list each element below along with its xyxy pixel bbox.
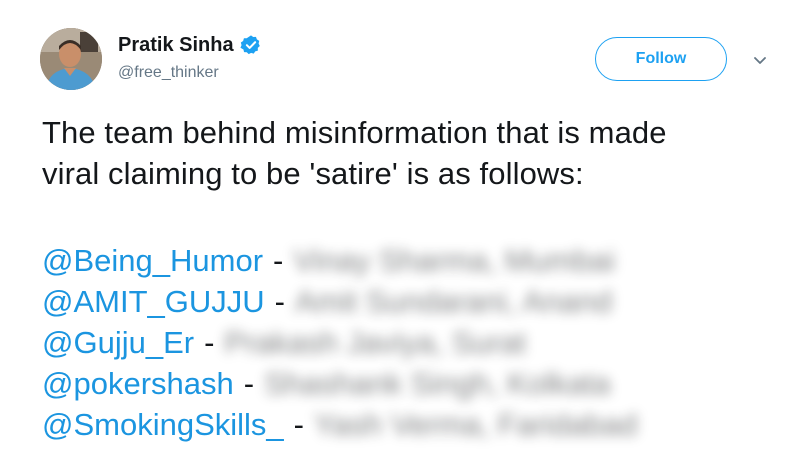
avatar[interactable] bbox=[40, 28, 102, 90]
chevron-down-icon[interactable] bbox=[752, 52, 768, 68]
display-name-row: Pratik Sinha bbox=[118, 32, 262, 58]
mention-item: @SmokingSkills_ - Yash Verma, Faridabad bbox=[42, 404, 782, 445]
mention-link[interactable]: @AMIT_GUJJU bbox=[42, 281, 265, 322]
tweet-card: Pratik Sinha @free_thinker Follow The te… bbox=[0, 0, 800, 457]
separator: - bbox=[273, 243, 284, 278]
separator: - bbox=[204, 325, 215, 360]
mention-item: @Gujju_Er - Prakash Javiya, Surat bbox=[42, 322, 782, 363]
separator: - bbox=[274, 284, 285, 319]
mention-list: @Being_Humor - Vinay Sharma, Mumbai @AMI… bbox=[42, 240, 782, 445]
mention-item: @AMIT_GUJJU - Amit Sundarani, Anand bbox=[42, 281, 782, 322]
mention-item: @pokershash - Shashank Singh, Kolkata bbox=[42, 363, 782, 404]
follow-button[interactable]: Follow bbox=[595, 37, 727, 81]
redacted-name: Amit Sundarani, Anand bbox=[294, 284, 613, 319]
separator: - bbox=[243, 366, 255, 401]
mention-link[interactable]: @Being_Humor bbox=[42, 240, 263, 281]
redacted-name: Yash Verma, Faridabad bbox=[314, 407, 638, 442]
mention-item: @Being_Humor - Vinay Sharma, Mumbai bbox=[42, 240, 782, 281]
verified-badge-icon bbox=[240, 34, 262, 56]
tweet-text-line: viral claiming to be 'satire' is as foll… bbox=[42, 156, 584, 191]
redacted-name: Shashank Singh, Kolkata bbox=[264, 366, 611, 401]
author-handle[interactable]: @free_thinker bbox=[118, 64, 262, 82]
mention-link[interactable]: @Gujju_Er bbox=[42, 322, 194, 363]
redacted-name: Prakash Javiya, Surat bbox=[224, 325, 526, 360]
tweet-header: Pratik Sinha @free_thinker Follow bbox=[40, 22, 800, 102]
mention-link[interactable]: @SmokingSkills_ bbox=[42, 404, 284, 445]
redacted-name: Vinay Sharma, Mumbai bbox=[293, 243, 615, 278]
mention-link[interactable]: @pokershash bbox=[42, 363, 234, 404]
tweet-text-line: The team behind misinformation that is m… bbox=[42, 115, 667, 150]
separator: - bbox=[293, 407, 304, 442]
tweet-text: The team behind misinformation that is m… bbox=[42, 112, 782, 194]
display-name[interactable]: Pratik Sinha bbox=[118, 34, 234, 57]
author-info: Pratik Sinha @free_thinker bbox=[118, 32, 262, 82]
